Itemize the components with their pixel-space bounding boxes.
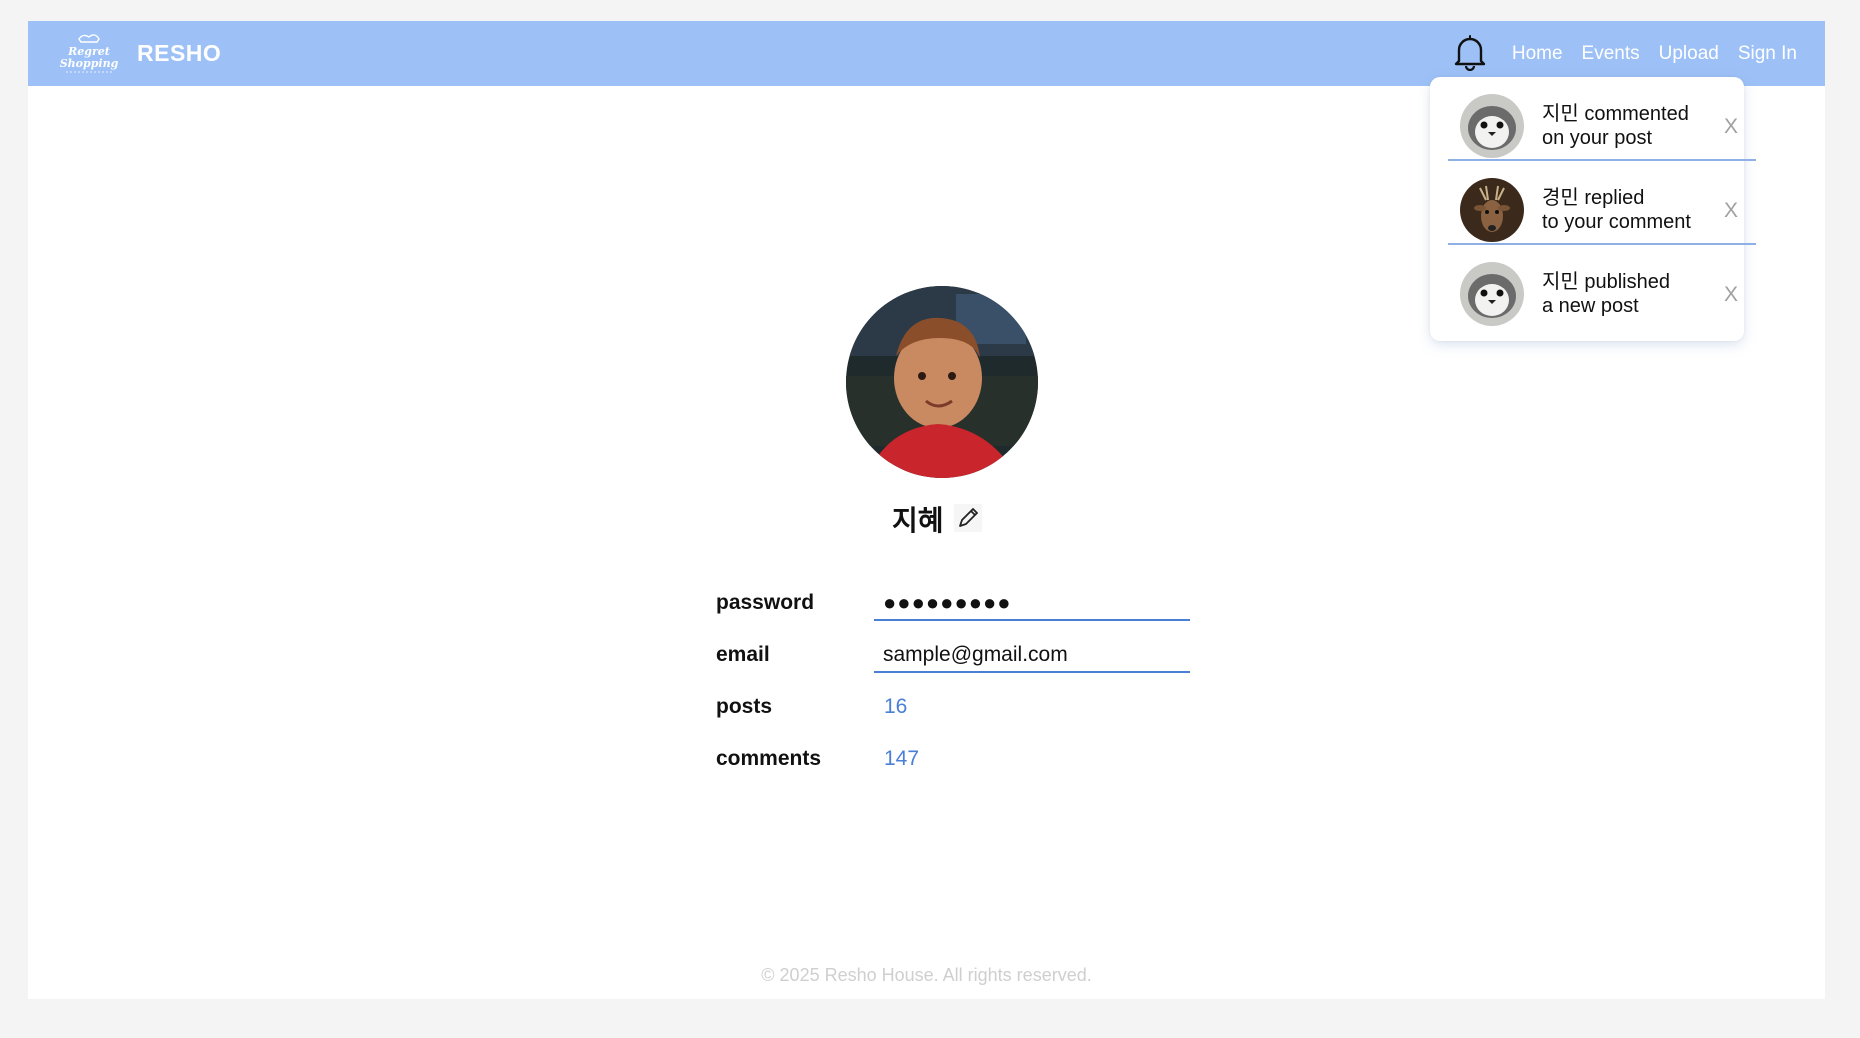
notification-item[interactable]: 지민 commented on your post X: [1448, 77, 1756, 161]
password-field[interactable]: [874, 587, 1190, 621]
notification-line-2: on your post: [1542, 127, 1653, 149]
notification-item[interactable]: 경민 replied to your comment X: [1448, 161, 1756, 245]
notification-text: 경민 replied to your comment: [1542, 186, 1691, 234]
penguin-avatar: [1460, 262, 1524, 326]
nav-upload-link[interactable]: Upload: [1659, 43, 1719, 65]
deer-avatar: [1460, 178, 1524, 242]
dismiss-notification-button[interactable]: X: [1724, 283, 1738, 307]
notification-line-1: 지민 commented: [1542, 103, 1689, 125]
notification-line-1: 경민 replied: [1542, 187, 1645, 209]
brand-name[interactable]: RESHO: [137, 40, 221, 67]
notification-line-2: a new post: [1542, 295, 1639, 317]
penguin-avatar: [1460, 94, 1524, 158]
logo-text-shopping: Shopping: [60, 57, 119, 70]
email-label: email: [716, 643, 770, 666]
bell-icon[interactable]: [1453, 33, 1487, 72]
notification-line-2: to your comment: [1542, 211, 1691, 233]
nav-home-link[interactable]: Home: [1512, 43, 1563, 65]
regret-shopping-logo[interactable]: Regret Shopping: [54, 31, 124, 75]
posts-label: posts: [716, 695, 773, 718]
email-field[interactable]: [874, 639, 1190, 673]
footer-copyright: © 2025 Resho House. All rights reserved.: [761, 965, 1092, 985]
notification-dropdown: 지민 commented on your post X 경민 replied t…: [1430, 77, 1756, 341]
main-nav: Home Events Upload Sign In: [1512, 43, 1797, 65]
app-window: Regret Shopping RESHO Home Events Upload…: [28, 21, 1825, 999]
comments-count-link[interactable]: 147: [884, 747, 919, 771]
dismiss-notification-button[interactable]: X: [1724, 115, 1738, 139]
nav-events-link[interactable]: Events: [1582, 43, 1640, 65]
comments-label: comments: [716, 747, 822, 770]
notification-text: 지민 commented on your post: [1542, 102, 1689, 150]
notification-item[interactable]: 지민 published a new post X: [1448, 245, 1756, 327]
password-label: password: [716, 591, 815, 614]
dismiss-notification-button[interactable]: X: [1724, 199, 1738, 223]
pencil-icon: [959, 508, 978, 527]
notification-line-1: 지민 published: [1542, 271, 1670, 293]
nav-sign-in-link[interactable]: Sign In: [1738, 43, 1797, 65]
edit-username-button[interactable]: [954, 504, 982, 532]
posts-count-link[interactable]: 16: [884, 695, 907, 719]
profile-username: 지혜: [892, 505, 944, 536]
profile-avatar[interactable]: [846, 286, 1038, 478]
notification-text: 지민 published a new post: [1542, 270, 1670, 318]
